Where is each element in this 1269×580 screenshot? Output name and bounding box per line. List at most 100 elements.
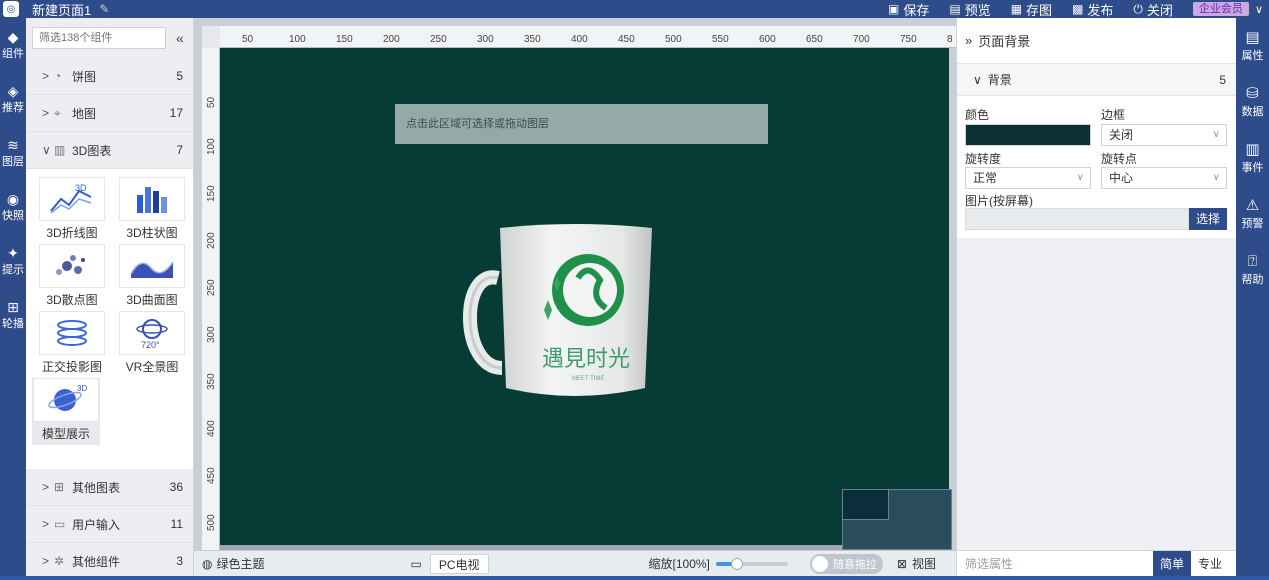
mode-pro-tab[interactable]: 专业 (1191, 555, 1229, 572)
view-icon: ⊠ (896, 556, 907, 571)
ruler-tick-label: 8 (947, 34, 953, 45)
chevron-down-icon[interactable]: ∨ (1255, 3, 1263, 16)
model-display-icon: 3D (33, 378, 99, 422)
tile-vr-panorama[interactable]: 720° VR全景图 (112, 311, 192, 378)
nav-carousel[interactable]: ⊞ 轮播 (0, 288, 26, 342)
close-button[interactable]: ⏻ 关闭 (1133, 0, 1173, 19)
rotation-select[interactable]: 正常 ∨ (965, 167, 1091, 189)
pivot-select[interactable]: 中心 ∨ (1101, 167, 1227, 189)
zoom-slider[interactable] (715, 557, 788, 570)
nav-help[interactable]: ⍰ 帮助 (1236, 242, 1269, 298)
monitor-icon: ▭ (410, 556, 422, 571)
left-nav: ◆ 组件 ◈ 推荐 ≋ 图层 ◉ 快照 ✦ 提示 ⊞ 轮播 (0, 18, 26, 576)
color-picker[interactable] (965, 124, 1091, 146)
category-map[interactable]: > ⌖ 地图 17 (26, 95, 193, 132)
mode-simple-tab[interactable]: 简单 (1153, 550, 1191, 577)
chevron-right-icon: > (42, 69, 50, 83)
image-icon: ▦ (1010, 2, 1023, 16)
publish-button[interactable]: ▩ 发布 (1072, 0, 1113, 19)
double-chevron-icon[interactable]: » (965, 33, 972, 48)
tile-3d-bar[interactable]: 3D柱状图 (112, 177, 192, 244)
chevron-right-icon: > (42, 554, 50, 568)
tile-3d-line[interactable]: 3D 3D折线图 (32, 177, 112, 244)
ruler-tick-label: 750 (900, 34, 917, 45)
nav-alert[interactable]: ⚠ 预警 (1236, 186, 1269, 242)
preview-button[interactable]: ▤ 预览 (949, 0, 990, 19)
bar-3d-icon (119, 177, 185, 221)
nav-layers[interactable]: ≋ 图层 (0, 126, 26, 180)
windows-icon: ⊞ (7, 299, 19, 315)
device-selector[interactable]: ▭ PC电视 (410, 553, 489, 574)
category-pie[interactable]: > ◔ 饼图 5 (26, 58, 193, 95)
ruler-tick-label: 150 (206, 185, 217, 202)
nav-components[interactable]: ◆ 组件 (0, 18, 26, 72)
chevron-down-icon: ∨ (42, 143, 51, 157)
title-bar: ◎ 新建页面1 ✎ ▣ 保存 ▤ 预览 ▦ 存图 ▩ 发布 ⏻ 关闭 企业会员 ∨ (0, 0, 1269, 18)
chevron-down-icon: ∨ (973, 72, 982, 87)
choose-image-button[interactable]: 选择 (1189, 208, 1227, 230)
ruler-corner (202, 26, 220, 48)
database-icon: ⛁ (1246, 85, 1259, 102)
props-header: » 页面背景 (957, 18, 1236, 64)
collapse-icon[interactable]: « (176, 30, 184, 46)
mug-model[interactable]: 遇見时光 MEET TIME (440, 218, 660, 408)
component-search-input[interactable] (32, 27, 166, 49)
zoom-slider-knob[interactable] (731, 557, 744, 570)
tile-ortho-projection[interactable]: 正交投影图 (32, 311, 112, 378)
layer-hint[interactable]: 点击此区域可选择或拖动图层 (395, 104, 768, 144)
input-icon: ▭ (54, 517, 66, 531)
tile-model-display[interactable]: 3D 模型展示 (32, 378, 100, 445)
category-user-input[interactable]: > ▭ 用户输入 11 (26, 506, 193, 543)
theme-selector[interactable]: ◍ 绿色主题 (202, 555, 265, 572)
nav-data[interactable]: ⛁ 数据 (1236, 74, 1269, 130)
app-logo: ◎ (0, 0, 22, 18)
page-title: 新建页面1 (32, 2, 92, 18)
category-other-charts[interactable]: > ⊞ 其他图表 36 (26, 469, 193, 506)
edit-title-icon[interactable]: ✎ (99, 2, 109, 16)
chart-3d-grid: 3D 3D折线图 3D柱状图 3D散点图 3D曲面图 正交投影图 720° VR… (26, 169, 193, 469)
ruler-tick-label: 400 (206, 420, 217, 437)
free-drag-toggle[interactable]: 随意拖拉 (809, 553, 883, 574)
nav-recommend[interactable]: ◈ 推荐 (0, 72, 26, 126)
chevron-down-icon: ∨ (1212, 172, 1220, 183)
tile-3d-scatter[interactable]: 3D散点图 (32, 244, 112, 311)
zoom-label: 缩放[100%] (648, 557, 710, 571)
save-image-button[interactable]: ▦ 存图 (1011, 0, 1052, 19)
cube-icon: ◆ (7, 29, 19, 45)
ruler-tick-label: 150 (336, 34, 353, 45)
category-count: 17 (169, 106, 183, 120)
nav-properties[interactable]: ▤ 属性 (1236, 18, 1269, 74)
category-count: 36 (169, 480, 183, 494)
page-stage[interactable]: 点击此区域可选择或拖动图层 遇見时光 MEET TIME (220, 48, 949, 550)
nav-snapshot[interactable]: ◉ 快照 (0, 180, 26, 234)
ruler-tick-label: 700 (853, 34, 870, 45)
category-count: 3 (176, 554, 183, 568)
minimap-viewport[interactable] (843, 490, 889, 520)
filter-props-input[interactable]: 筛选属性 (957, 555, 1153, 572)
chevron-down-icon: ∨ (1076, 172, 1084, 183)
nav-tips[interactable]: ✦ 提示 (0, 234, 26, 288)
chart-3d-icon: ▥ (54, 143, 66, 157)
category-count: 7 (176, 143, 183, 157)
view-button[interactable]: ⊠ 视图 (897, 555, 936, 572)
save-button[interactable]: ▣ 保存 (888, 0, 929, 19)
ruler-tick-label: 500 (206, 514, 217, 531)
border-select[interactable]: 关闭 ∨ (1101, 124, 1227, 146)
background-section[interactable]: ∨ 背景 5 (957, 64, 1236, 96)
event-icon: ▥ (1245, 141, 1260, 158)
image-path-input[interactable] (965, 208, 1189, 230)
minimap[interactable] (842, 489, 952, 550)
chevron-right-icon: > (42, 480, 50, 494)
nav-events[interactable]: ▥ 事件 (1236, 130, 1269, 186)
category-other-components[interactable]: > ✲ 其他组件 3 (26, 543, 193, 580)
save-icon: ▣ (887, 2, 900, 16)
svg-text:3D: 3D (75, 183, 87, 193)
category-3d-chart[interactable]: ∨ ▥ 3D图表 7 (26, 132, 193, 169)
svg-text:3D: 3D (77, 384, 87, 393)
chevron-right-icon: > (42, 517, 50, 531)
ruler-tick-label: 300 (206, 326, 217, 343)
ortho-projection-icon (39, 311, 105, 355)
palette-icon: ◍ (202, 556, 213, 571)
vip-badge[interactable]: 企业会员 (1192, 2, 1249, 16)
tile-3d-surface[interactable]: 3D曲面图 (112, 244, 192, 311)
